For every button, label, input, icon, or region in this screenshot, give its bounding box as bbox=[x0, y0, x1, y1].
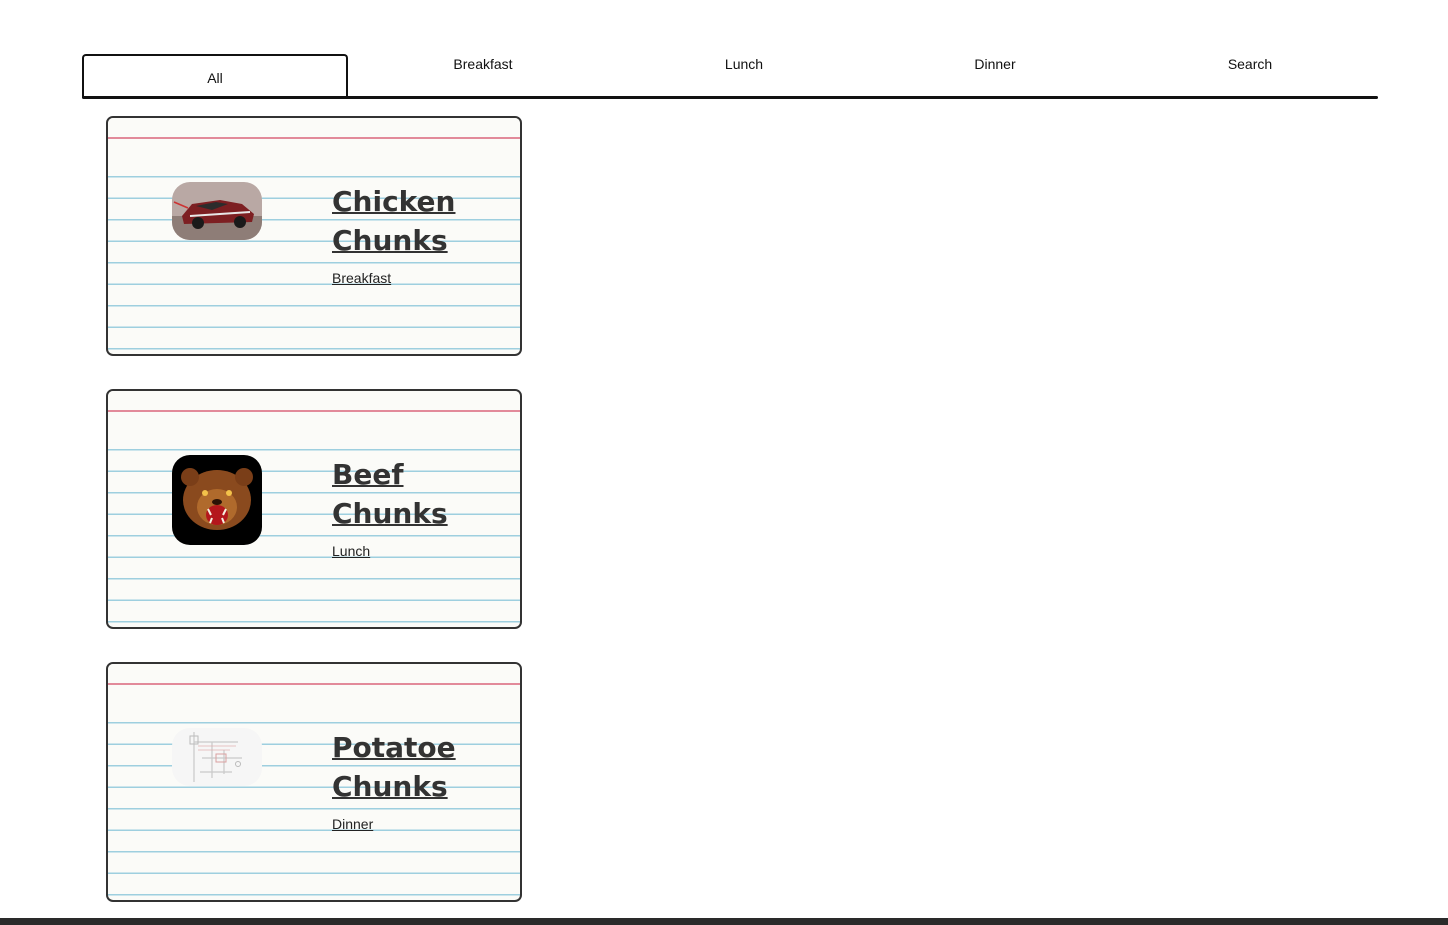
tab-all-label: All bbox=[207, 70, 223, 86]
recipe-category-link[interactable]: Dinner bbox=[332, 816, 373, 832]
recipe-title-link[interactable]: Beef Chunks bbox=[332, 455, 512, 533]
card-margin-line bbox=[108, 683, 520, 685]
recipe-title-link[interactable]: Potatoe Chunks bbox=[332, 728, 512, 806]
bottom-bar bbox=[0, 918, 1448, 925]
tab-search-label: Search bbox=[1227, 56, 1273, 72]
tab-breakfast[interactable]: Breakfast bbox=[350, 54, 616, 98]
tab-dinner-label: Dinner bbox=[974, 56, 1016, 72]
recipe-category-link[interactable]: Breakfast bbox=[332, 270, 391, 286]
bear-illustration-icon bbox=[172, 455, 262, 545]
diagram-sketch-icon bbox=[172, 728, 262, 786]
card-margin-line bbox=[108, 410, 520, 412]
card-margin-line bbox=[108, 137, 520, 139]
tab-lunch-label: Lunch bbox=[724, 56, 764, 72]
recipe-card[interactable]: Chicken Chunks Breakfast bbox=[106, 116, 522, 356]
category-tabs: All Breakfast Lunch Dinner Search bbox=[82, 0, 1378, 99]
tabs-underline bbox=[82, 96, 1378, 99]
tab-search[interactable]: Search bbox=[1117, 54, 1383, 98]
tab-dinner[interactable]: Dinner bbox=[862, 54, 1128, 98]
tab-lunch[interactable]: Lunch bbox=[611, 54, 877, 98]
tab-breakfast-label: Breakfast bbox=[453, 56, 513, 72]
race-car-photo-icon bbox=[172, 182, 262, 240]
recipe-card[interactable]: Potatoe Chunks Dinner bbox=[106, 662, 522, 902]
recipe-title-link[interactable]: Chicken Chunks bbox=[332, 182, 512, 260]
recipe-category-link[interactable]: Lunch bbox=[332, 543, 370, 559]
recipe-card[interactable]: Beef Chunks Lunch bbox=[106, 389, 522, 629]
tab-all[interactable]: All bbox=[82, 54, 348, 98]
